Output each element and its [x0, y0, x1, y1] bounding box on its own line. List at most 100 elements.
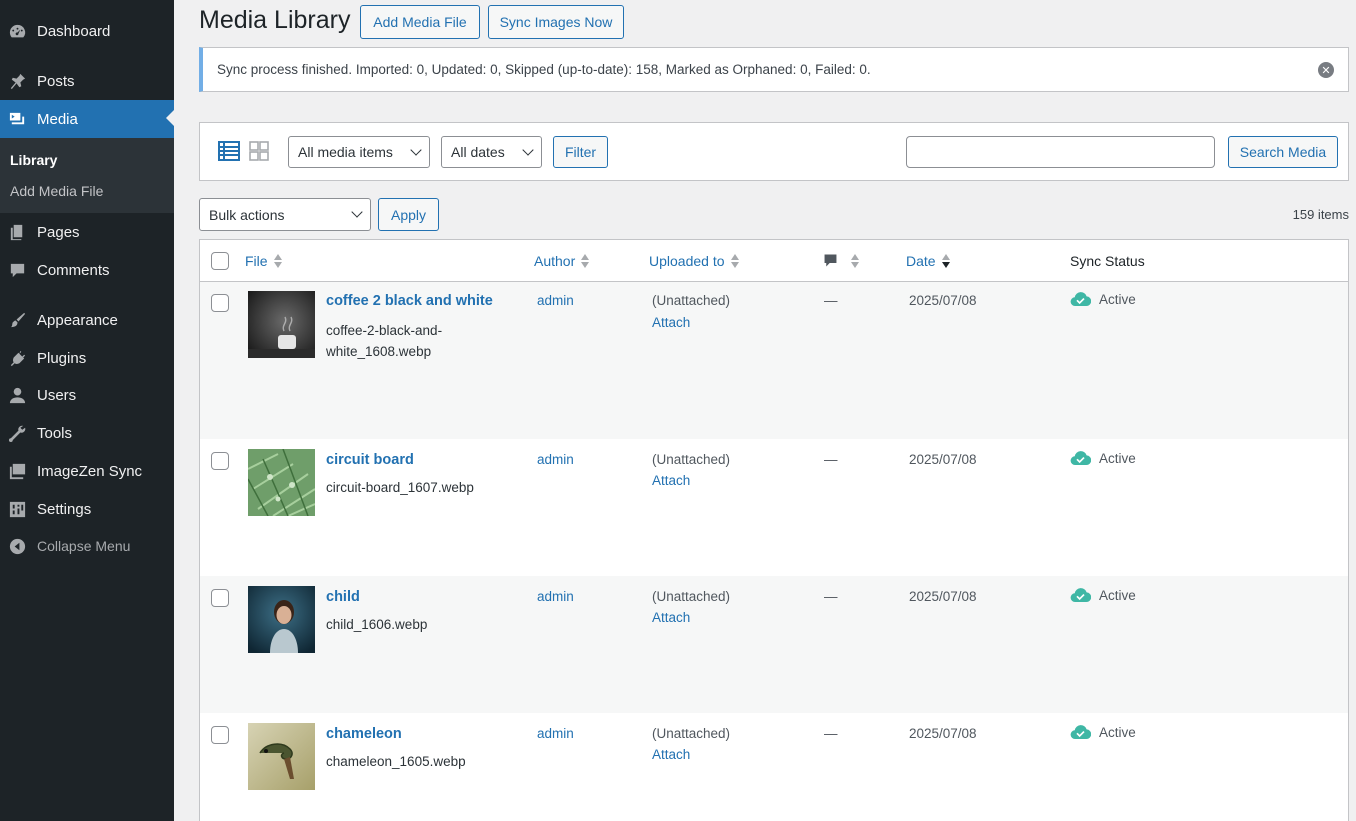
settings-icon [7, 499, 27, 519]
bulk-actions-value: Bulk actions [209, 206, 285, 223]
table-row: coffee 2 black and white coffee-2-black-… [200, 282, 1348, 439]
sidebar-item-users[interactable]: Users [0, 377, 174, 413]
author-link[interactable]: admin [537, 452, 574, 467]
date-text: 2025/07/08 [909, 452, 977, 467]
comments-count: — [824, 293, 838, 308]
sidebar-item-pages[interactable]: Pages [0, 214, 174, 250]
media-title-link[interactable]: coffee 2 black and white [326, 293, 493, 309]
thumbnail-chameleon[interactable] [248, 723, 315, 790]
attach-link[interactable]: Attach [652, 610, 690, 625]
sync-status-label: Active [1099, 450, 1136, 466]
grid-view-icon[interactable] [248, 140, 270, 162]
select-all-checkbox[interactable] [211, 252, 229, 270]
comment-icon [7, 260, 27, 280]
sidebar-item-settings[interactable]: Settings [0, 491, 174, 527]
thumbnail-coffee[interactable] [248, 291, 315, 358]
sidebar-item-label: Media [37, 110, 78, 128]
sort-icon [730, 254, 739, 268]
author-link[interactable]: admin [537, 726, 574, 741]
sort-icon [851, 253, 859, 268]
sidebar-item-media[interactable]: Media [0, 100, 174, 138]
thumbnail-circuit-board[interactable] [248, 449, 315, 516]
media-filename: white_1608.webp [326, 344, 432, 359]
list-view-icon[interactable] [218, 140, 240, 162]
user-icon [7, 385, 27, 405]
row-checkbox[interactable] [211, 452, 229, 470]
author-link[interactable]: admin [537, 293, 574, 308]
add-media-file-button[interactable]: Add Media File [360, 5, 480, 39]
sidebar-item-imagezen-sync[interactable]: ImageZen Sync [0, 453, 174, 489]
column-file[interactable]: File [245, 253, 282, 269]
author-link[interactable]: admin [537, 589, 574, 604]
sync-notice: Sync process finished. Imported: 0, Upda… [199, 47, 1349, 92]
row-checkbox[interactable] [211, 589, 229, 607]
table-row: child child_1606.webp admin (Unattached)… [200, 576, 1348, 713]
comments-count: — [824, 726, 838, 741]
wrench-icon [7, 423, 27, 443]
items-count: 159 items [1292, 207, 1349, 222]
media-title-link[interactable]: chameleon [326, 726, 402, 742]
column-uploaded-to-label: Uploaded to [649, 253, 725, 269]
sidebar-item-label: ImageZen Sync [37, 462, 143, 480]
media-type-value: All media items [298, 144, 393, 160]
table-header: File Author Uploaded to Date Sync Status [200, 240, 1348, 282]
sidebar-item-comments[interactable]: Comments [0, 252, 174, 288]
media-title-link[interactable]: child [326, 589, 360, 605]
comment-icon [824, 254, 837, 267]
uploaded-to-text: (Unattached) [652, 452, 731, 467]
sidebar-item-tools[interactable]: Tools [0, 415, 174, 451]
date-text: 2025/07/08 [909, 589, 977, 604]
cloud-check-icon [1070, 725, 1091, 740]
search-input[interactable] [906, 136, 1215, 168]
media-submenu: Library Add Media File [0, 138, 174, 213]
column-sync-status: Sync Status [1070, 253, 1145, 269]
images-icon [7, 461, 27, 481]
sync-status-label: Active [1099, 724, 1136, 740]
row-checkbox[interactable] [211, 294, 229, 312]
media-title-link[interactable]: circuit board [326, 452, 414, 468]
cloud-check-icon [1070, 588, 1091, 603]
sidebar-item-posts[interactable]: Posts [0, 63, 174, 99]
sync-images-now-button[interactable]: Sync Images Now [488, 5, 624, 39]
collapse-menu-button[interactable]: Collapse Menu [0, 528, 174, 564]
uploaded-to-text: (Unattached) [652, 293, 731, 308]
collapse-icon [7, 536, 27, 556]
paintbrush-icon [7, 310, 27, 330]
date-select[interactable]: All dates [441, 136, 542, 168]
sidebar-item-plugins[interactable]: Plugins [0, 340, 174, 376]
chevron-down-icon [351, 206, 363, 218]
comments-count: — [824, 452, 838, 467]
attach-link[interactable]: Attach [652, 315, 690, 330]
dismiss-icon[interactable]: ✕ [1318, 62, 1334, 78]
sidebar-item-appearance[interactable]: Appearance [0, 302, 174, 338]
page-title: Media Library [199, 6, 351, 34]
sidebar-item-dashboard[interactable]: Dashboard [0, 13, 174, 49]
column-date[interactable]: Date [906, 253, 950, 269]
filter-button[interactable]: Filter [553, 136, 608, 168]
column-author[interactable]: Author [534, 253, 590, 269]
filter-bar: All media items All dates Filter Search … [199, 122, 1349, 181]
column-file-label: File [245, 253, 268, 269]
sidebar-item-label: Plugins [37, 349, 87, 367]
submenu-item-add-media-file[interactable]: Add Media File [10, 183, 103, 199]
bulk-actions-select[interactable]: Bulk actions [199, 198, 371, 231]
row-checkbox[interactable] [211, 726, 229, 744]
media-filename: chameleon_1605.webp [326, 754, 466, 769]
thumbnail-child[interactable] [248, 586, 315, 653]
apply-button[interactable]: Apply [378, 198, 439, 231]
media-type-select[interactable]: All media items [288, 136, 430, 168]
column-comments[interactable] [822, 252, 859, 269]
column-date-label: Date [906, 253, 936, 269]
sync-status: Active [1070, 587, 1136, 603]
date-text: 2025/07/08 [909, 293, 977, 308]
column-uploaded-to[interactable]: Uploaded to [649, 253, 739, 269]
submenu-item-library[interactable]: Library [10, 152, 57, 168]
collapse-menu-label: Collapse Menu [37, 538, 131, 554]
pin-icon [7, 71, 27, 91]
search-media-button[interactable]: Search Media [1228, 136, 1338, 168]
attach-link[interactable]: Attach [652, 747, 690, 762]
sidebar-item-label: Users [37, 386, 77, 404]
sidebar-item-label: Dashboard [37, 22, 111, 40]
attach-link[interactable]: Attach [652, 473, 690, 488]
table-row: circuit board circuit-board_1607.webp ad… [200, 439, 1348, 576]
